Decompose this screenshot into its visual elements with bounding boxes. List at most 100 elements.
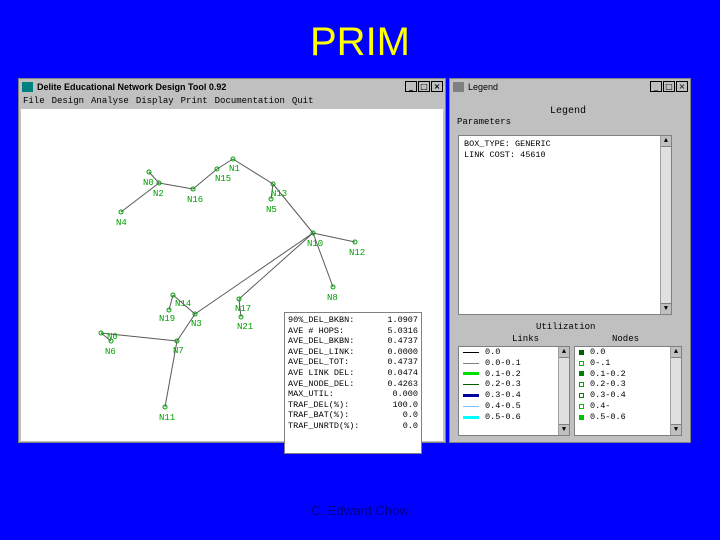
node-label-n13: N13 [271, 189, 287, 199]
node-range-label: 0-.1 [590, 357, 611, 368]
stat-value: 0.4263 [387, 378, 418, 389]
parameters-scrollbar[interactable]: ▲ ▼ [660, 136, 671, 314]
legend-close-button[interactable]: × [676, 81, 688, 92]
menu-documentation[interactable]: Documentation [215, 95, 285, 107]
link-range-label: 0.4-0.5 [485, 400, 521, 411]
links-legend-list[interactable]: 0.0 0.0-0.1 0.1-0.2 0.2-0.3 0.3-0.4 0.4-0.5 0.… [458, 346, 570, 436]
stat-label: TRAF_DEL(%): [288, 399, 350, 410]
maximize-button[interactable]: □ [418, 81, 430, 92]
scroll-up-arrow-icon[interactable]: ▲ [661, 136, 671, 147]
stat-label: AVE_DEL_LINK: [288, 346, 355, 357]
link-swatch [463, 394, 479, 398]
link-swatch [463, 372, 479, 376]
scroll-down-arrow-icon[interactable]: ▼ [661, 303, 671, 314]
menu-display[interactable]: Display [136, 95, 174, 107]
stat-value: 0.4737 [387, 336, 418, 347]
stat-label: AVE_NODE_DEL: [288, 378, 355, 389]
app-icon [22, 82, 33, 92]
node-label-n15: N15 [215, 174, 231, 184]
legend-heading: Legend [550, 106, 587, 117]
parameters-list[interactable]: BOX_TYPE: GENERIC LINK COST: 45610 ▲ ▼ [458, 135, 672, 315]
node-marker-icon [579, 403, 584, 409]
legend-minimize-button[interactable]: _ [650, 81, 662, 92]
link-legend-item: 0.2-0.3 [459, 379, 569, 390]
stat-value: 5.0316 [387, 325, 418, 336]
main-window-title: Delite Educational Network Design Tool 0… [37, 82, 227, 92]
menu-print[interactable]: Print [181, 95, 208, 107]
node-legend-item: 0.2-0.3 [575, 379, 681, 390]
node-label-n8: N8 [327, 293, 338, 303]
main-window-titlebar[interactable]: Delite Educational Network Design Tool 0… [19, 79, 445, 95]
node-label-n3: N3 [191, 319, 202, 329]
stat-row: AVE_DEL_LINK: 0.0000 [288, 347, 418, 358]
legend-window-titlebar[interactable]: Legend _ □ × [450, 79, 690, 95]
stat-value: 100.0 [392, 399, 418, 410]
node-label-n6: N6 [105, 347, 116, 357]
stat-value: 0.0 [402, 420, 418, 431]
stat-row: AVE LINK DEL: 0.0474 [288, 368, 418, 379]
link-swatch [463, 362, 479, 364]
utilization-label: Utilization [536, 322, 596, 332]
links-scroll-down-icon[interactable]: ▼ [559, 424, 569, 435]
node-label-n7: N7 [173, 346, 184, 356]
node-label-n12: N12 [349, 248, 365, 258]
stat-row: TRAF_DEL(%): 100.0 [288, 400, 418, 411]
stat-value: 0.0 [402, 410, 418, 421]
node-legend-item: 0.5-0.6 [575, 412, 681, 423]
nodes-legend-list[interactable]: 0.0 0-.1 0.1-0.2 0.2-0.3 0.3-0.4 0.4- 0.5-0.6 … [574, 346, 682, 436]
link-range-label: 0.3-0.4 [485, 390, 521, 401]
node-label-n10: N10 [307, 239, 323, 249]
link-legend-item: 0.1-0.2 [459, 369, 569, 380]
node-legend-item: 0.0 [575, 347, 681, 358]
slide-title: PRIM [310, 20, 410, 64]
node-range-label: 0.5-0.6 [590, 411, 626, 422]
node-label-n17: N17 [235, 304, 251, 314]
nodes-scroll-up-icon[interactable]: ▲ [671, 347, 681, 358]
close-button[interactable]: × [431, 81, 443, 92]
link-range-label: 0.0-0.1 [485, 357, 521, 368]
menu-analyse[interactable]: Analyse [91, 95, 129, 107]
network-link-n15-n16 [192, 168, 218, 190]
node-label-n2: N2 [153, 189, 164, 199]
stat-label: AVE_DEL_BKBN: [288, 336, 355, 347]
stat-value: 1.0907 [387, 315, 418, 325]
node-range-label: 0.1-0.2 [590, 368, 626, 379]
stat-label: AVE_DEL_TOT: [288, 357, 350, 368]
menu-design[interactable]: Design [52, 95, 84, 107]
links-scroll-up-icon[interactable]: ▲ [559, 347, 569, 358]
link-range-label: 0.0 [485, 347, 501, 357]
node-label-n4: N4 [116, 218, 127, 228]
node-marker-icon [579, 371, 584, 377]
stat-label: MAX_UTIL: [288, 389, 334, 400]
parameter-box-type: BOX_TYPE: GENERIC [464, 139, 551, 149]
stat-value: 0.4737 [387, 357, 418, 368]
link-swatch [463, 384, 479, 386]
node-range-label: 0.2-0.3 [590, 379, 626, 390]
link-swatch [463, 415, 479, 419]
node-marker-icon [579, 393, 584, 399]
node-range-label: 0.4- [590, 400, 611, 411]
links-scrollbar[interactable]: ▲ ▼ [558, 347, 569, 435]
node-label-n21: N21 [237, 322, 253, 332]
link-legend-item: 0.4-0.5 [459, 401, 569, 412]
link-swatch [463, 405, 479, 407]
link-swatch [463, 351, 479, 353]
link-range-label: 0.1-0.2 [485, 368, 521, 379]
link-range-label: 0.5-0.6 [485, 411, 521, 422]
statistics-panel: 90%_DEL_BKBN: 1.0907 AVE # HOPS: 5.0316 AVE_… [284, 312, 422, 454]
node-legend-item: 0.4- [575, 401, 681, 412]
links-label: Links [512, 334, 540, 344]
minimize-button[interactable]: _ [405, 81, 417, 92]
menu-quit[interactable]: Quit [292, 95, 314, 107]
legend-maximize-button[interactable]: □ [663, 81, 675, 92]
menu-file[interactable]: File [23, 95, 45, 107]
link-legend-item: 0.3-0.4 [459, 390, 569, 401]
stat-label: 90%_DEL_BKBN: [288, 315, 355, 325]
nodes-scroll-down-icon[interactable]: ▼ [671, 424, 681, 435]
node-label-n19: N19 [159, 314, 175, 324]
link-legend-item: 0.5-0.6 [459, 412, 569, 423]
node-marker-icon [579, 349, 584, 355]
link-legend-item: 0.0-0.1 [459, 358, 569, 369]
node-range-label: 0.0 [590, 347, 606, 357]
nodes-scrollbar[interactable]: ▲ ▼ [670, 347, 681, 435]
